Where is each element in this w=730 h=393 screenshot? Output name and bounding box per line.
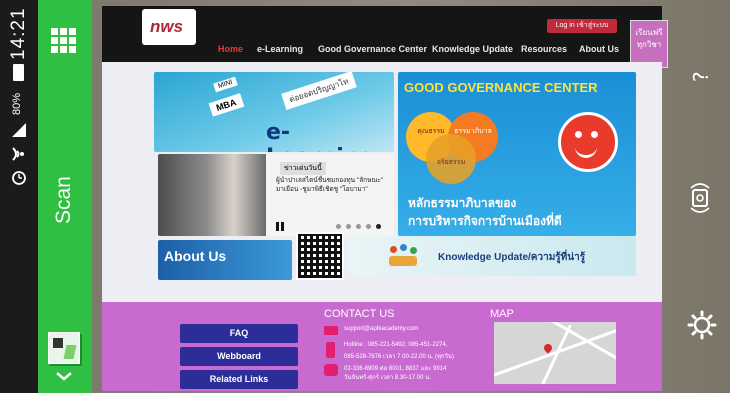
ggc-circle-3: จริยธรรม: [426, 134, 476, 184]
wifi-icon: [12, 147, 24, 161]
scan-history-thumbnail[interactable]: [48, 332, 80, 364]
free-course-badge[interactable]: เรียนฟรี ทุกวิชา: [630, 20, 668, 68]
apps-grid-icon[interactable]: [51, 28, 76, 53]
news-text: ผู้นำปาเลสไตน์ชื่นชมกองทุน "ลักษณะ" มาเย…: [276, 177, 384, 193]
mobile-icon: [326, 342, 335, 358]
news-tag: ข่าวเด่นวันนี้: [280, 162, 326, 175]
contact-email[interactable]: support@apbiacademy.com: [344, 326, 418, 332]
battery-percent: 80%: [11, 92, 23, 115]
contact-section: FAQ Webboard Related Links CONTACT US su…: [102, 302, 662, 391]
site-header: nws Log in เข้าสู่ระบบ Home e-Learning G…: [102, 6, 662, 62]
about-us-banner[interactable]: About Us: [158, 240, 292, 280]
phone-icon: [324, 364, 338, 376]
contact-title: CONTACT US: [324, 308, 395, 320]
battery-icon: [13, 64, 24, 81]
knowledge-update-label: Knowledge Update/ความรู้ที่น่ารู้: [438, 252, 586, 263]
ggc-caption-line2: การบริหารกิจการบ้านเมืองที่ดี: [408, 214, 562, 228]
elearning-title: e-Learning: [266, 120, 375, 152]
qr-code: [296, 232, 344, 280]
map-title: MAP: [490, 308, 514, 320]
status-time: 14:21: [8, 7, 29, 60]
scanner-sidebar: Scan: [38, 0, 92, 393]
login-button[interactable]: Log in เข้าสู่ระบบ: [547, 19, 617, 33]
nav-knowledge-update[interactable]: Knowledge Update: [432, 44, 513, 54]
nav-about-us[interactable]: About Us: [579, 44, 619, 54]
site-logo[interactable]: nws: [142, 9, 196, 45]
alarm-icon: [12, 171, 26, 185]
map-thumbnail[interactable]: [494, 322, 616, 384]
people-icon: [388, 244, 418, 270]
email-icon: [324, 326, 338, 335]
scan-label[interactable]: Scan: [52, 176, 76, 224]
slide-indicators[interactable]: [336, 224, 394, 230]
nav-elearning[interactable]: e-Learning: [257, 44, 303, 54]
contact-phone-2: วันจันทร์-ศุกร์ เวลา 8.30-17.00 น.: [344, 375, 431, 381]
ggc-caption-line1: หลักธรรมาภิบาลของ: [408, 196, 517, 210]
svg-text:?: ?: [690, 71, 712, 82]
mascot-icon: [558, 112, 618, 172]
news-slideshow[interactable]: ข่าวเด่นวันนี้ ผู้นำปาเลสไตน์ชื่นชมกองทุ…: [158, 154, 394, 236]
status-bar: 14:21 80%: [0, 0, 38, 393]
elearning-banner[interactable]: MINI MBA ต่อยอดปริญญาโท e-Learning: [154, 72, 394, 152]
help-icon[interactable]: ?: [690, 62, 712, 84]
signal-icon: [12, 123, 26, 137]
good-governance-banner[interactable]: GOOD GOVERNANCE CENTER คุณธรรม ธรรมาภิบา…: [398, 72, 636, 236]
nav-good-governance[interactable]: Good Governance Center: [318, 44, 427, 54]
webboard-button[interactable]: Webboard: [180, 347, 298, 366]
contact-hotline-2: 085-528-7676 เวลา 7.00-22.00 น. (ทุกวัน): [344, 354, 455, 360]
chevron-down-icon[interactable]: [55, 370, 73, 382]
camera-viewfinder: nws Log in เข้าสู่ระบบ Home e-Learning G…: [92, 0, 730, 393]
rotate-camera-icon[interactable]: [688, 182, 712, 214]
about-us-title: About Us: [164, 248, 227, 264]
ggc-title: GOOD GOVERNANCE CENTER: [404, 80, 598, 95]
settings-gear-icon[interactable]: [687, 310, 717, 340]
pause-icon[interactable]: [276, 222, 284, 231]
camera-controls: ?: [672, 0, 730, 393]
news-photo: [158, 154, 266, 236]
nav-resources[interactable]: Resources: [521, 44, 567, 54]
website-screen: nws Log in เข้าสู่ระบบ Home e-Learning G…: [102, 6, 668, 391]
knowledge-update-banner[interactable]: Knowledge Update/ความรู้ที่น่ารู้: [348, 236, 636, 276]
nav-home[interactable]: Home: [218, 44, 243, 54]
contact-hotline-1: Hotline : 085-221-5492, 085-451-2274,: [344, 342, 448, 348]
faq-button[interactable]: FAQ: [180, 324, 298, 343]
related-links-button[interactable]: Related Links: [180, 370, 298, 389]
